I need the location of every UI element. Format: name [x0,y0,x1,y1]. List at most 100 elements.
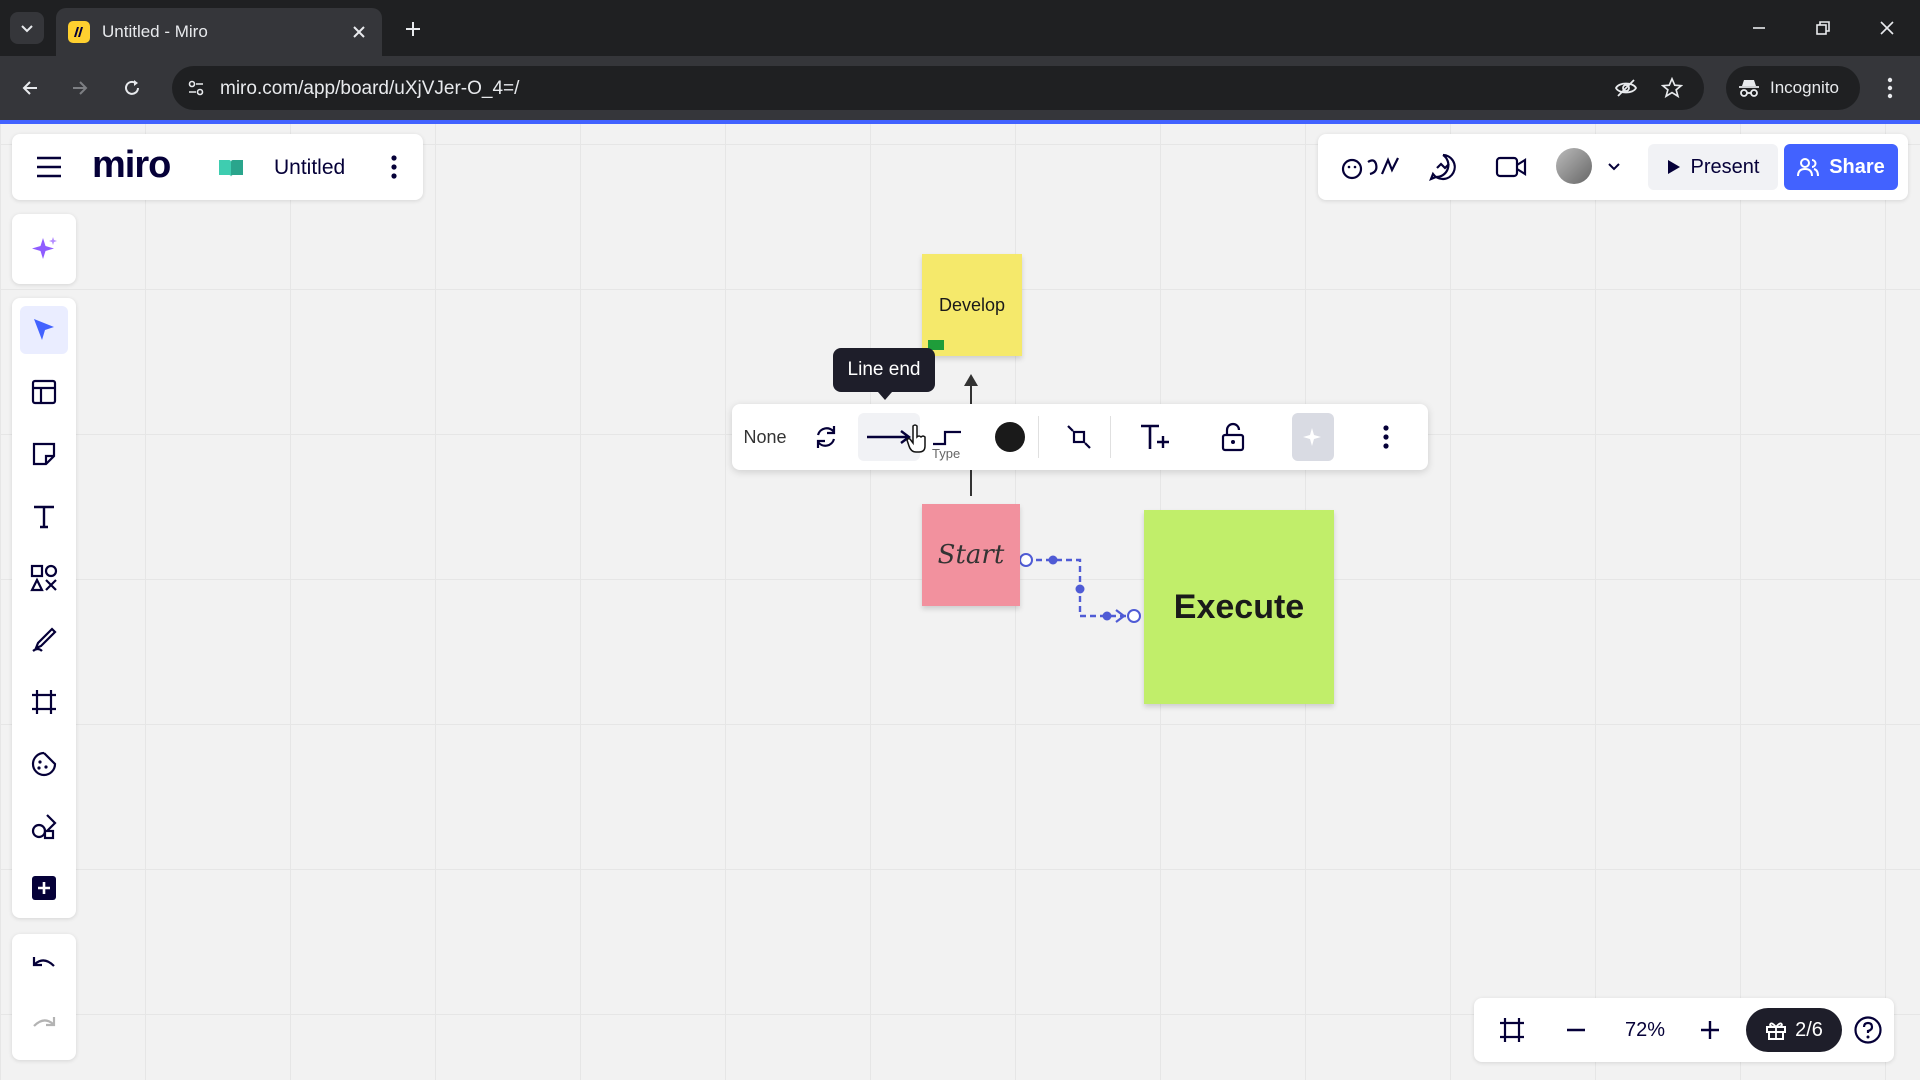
line-start-select[interactable]: None [740,413,790,461]
help-icon [1854,1016,1882,1044]
templates-icon [31,379,57,405]
present-label: Present [1690,155,1760,178]
shapes-tool[interactable] [20,554,68,602]
swap-ends-button[interactable] [804,413,848,461]
undo-button[interactable] [20,942,68,990]
minimize-button[interactable] [1742,12,1776,44]
chevron-down-icon[interactable] [1604,156,1624,176]
user-avatar[interactable] [1556,148,1592,184]
share-button[interactable]: Share [1784,144,1898,190]
new-tab-button[interactable] [398,14,428,44]
video-call-button[interactable] [1492,150,1530,184]
stickers-tool[interactable] [20,740,68,788]
ai-assistant-button[interactable] [12,214,76,284]
lock-icon [1221,422,1245,452]
tooltip-arrow [878,392,892,400]
elbow-line-icon [933,430,961,446]
tracking-protection-button[interactable] [1612,74,1640,102]
video-icon [1495,156,1527,178]
learning-progress-button[interactable]: 2/6 [1746,1008,1842,1052]
reactions-icon [1341,157,1399,180]
hand-cursor-icon [906,424,926,453]
active-tab[interactable]: Untitled - Miro [56,8,382,56]
reload-button[interactable] [114,70,150,106]
toolbar-divider [1038,416,1039,458]
close-tab-button[interactable] [348,21,370,43]
browser-tab-bar: Untitled - Miro [0,0,1920,56]
ai-icon [1303,428,1321,446]
site-info-button[interactable] [182,74,210,102]
sticky-note-start[interactable]: Start [922,504,1020,606]
zoom-toolbar: 72% 2/6 [1474,998,1894,1062]
select-tool[interactable] [20,306,68,354]
fit-to-screen-button[interactable] [1490,1008,1534,1052]
gift-icon [1766,1022,1787,1040]
browser-menu-button[interactable] [1872,70,1908,106]
comments-button[interactable] [1424,150,1462,184]
close-window-button[interactable] [1870,12,1904,44]
zoom-in-button[interactable] [1688,1008,1732,1052]
board-name[interactable]: Untitled [274,156,345,180]
miro-logo[interactable]: miro [92,144,171,187]
text-icon [34,505,54,529]
sticky-note-execute[interactable]: Execute [1144,510,1334,704]
zoom-level[interactable]: 72% [1610,1008,1680,1052]
new-tab-icon [406,22,420,36]
minimize-icon [1753,27,1765,29]
add-text-button[interactable] [1132,413,1178,461]
creation-toolbar [12,298,76,918]
line-color-button[interactable] [988,413,1032,461]
ai-action-button[interactable] [1292,413,1334,461]
templates-tool[interactable] [20,368,68,416]
back-button[interactable] [12,70,48,106]
share-label: Share [1829,155,1885,178]
line-end-tooltip: Line end [833,348,935,392]
more-vertical-icon [391,155,397,179]
restore-button[interactable] [1806,12,1840,44]
back-icon [22,81,37,95]
frame-tool[interactable] [20,678,68,726]
incognito-badge[interactable]: Incognito [1726,66,1860,110]
swap-icon [816,426,836,448]
tab-title: Untitled - Miro [102,22,208,41]
line-snap-button[interactable] [1056,413,1102,461]
help-button[interactable] [1848,1008,1888,1052]
undo-icon [32,957,55,967]
line-align-icon [1067,425,1091,449]
tab-list-button[interactable] [10,12,44,44]
forward-icon [73,81,88,95]
board-more-button[interactable] [382,152,406,182]
tab-list-icon [21,25,33,33]
line-type-label: Type [932,446,961,461]
zoom-out-button[interactable] [1554,1008,1598,1052]
more-tools-button[interactable] [20,864,68,912]
apps-tool[interactable] [20,802,68,850]
add-icon [32,876,56,900]
star-icon [1661,77,1683,99]
pen-tool[interactable] [20,616,68,664]
restore-icon [1816,21,1830,35]
lock-button[interactable] [1210,413,1256,461]
sticky-note-tool[interactable] [20,430,68,478]
apps-icon [31,814,57,840]
zoom-out-icon [1567,1028,1585,1032]
forward-button[interactable] [62,70,98,106]
present-button[interactable]: Present [1648,144,1778,190]
more-options-button[interactable] [1366,413,1406,461]
redo-button[interactable] [20,1002,68,1050]
close-tab-icon [353,26,365,38]
browser-nav-bar: miro.com/app/board/uXjVJer-O_4=/ Incogni… [0,56,1920,120]
history-toolbar [12,934,76,1060]
address-bar[interactable]: miro.com/app/board/uXjVJer-O_4=/ [172,66,1704,110]
incognito-icon [1739,80,1759,97]
play-icon [1667,160,1680,174]
text-tool[interactable] [20,492,68,540]
toolbar-divider [1110,416,1111,458]
add-text-icon [1141,424,1169,449]
ai-sparkle-icon [32,237,57,259]
bookmark-button[interactable] [1658,74,1686,102]
hamburger-icon[interactable] [34,154,64,180]
connector-context-toolbar: None Type [732,404,1428,470]
reactions-button[interactable] [1338,150,1404,184]
board-header: miro Untitled [12,134,423,200]
